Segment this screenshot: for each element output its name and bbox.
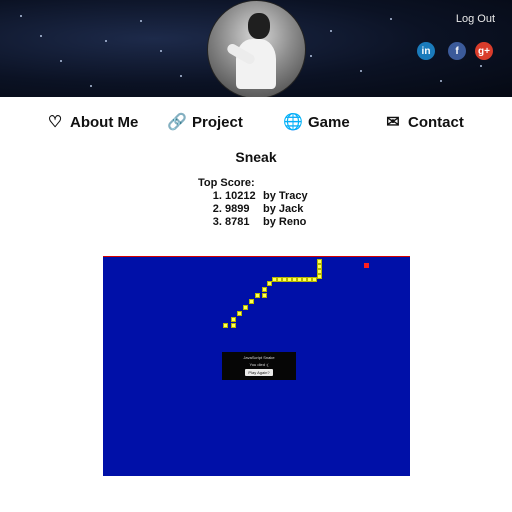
food-pellet: [364, 263, 369, 268]
facebook-icon[interactable]: f: [448, 42, 466, 60]
logout-link[interactable]: Log Out: [456, 13, 495, 25]
nav-game[interactable]: 🌐 Game: [283, 113, 350, 132]
score-list-item: 8781 by Reno: [225, 216, 308, 229]
score-player: by Reno: [263, 216, 307, 228]
snake-segment: [312, 277, 317, 282]
google-plus-icon[interactable]: g+: [475, 42, 493, 60]
game-over-message: You died :(: [249, 362, 269, 367]
snake-segment: [255, 293, 260, 298]
game-over-title: JavaScript Snake: [243, 355, 275, 360]
main-navigation: ♡ About Me 🔗 Project 🌐 Game ✉ Contact: [0, 106, 512, 140]
score-list-item: 10212 by Tracy: [225, 190, 308, 203]
mail-icon: ✉: [386, 114, 400, 131]
snake-segment: [267, 281, 272, 286]
snake-segment: [223, 323, 228, 328]
play-again-button[interactable]: Play Again?: [245, 369, 273, 376]
nav-project-label: Project: [192, 113, 243, 131]
snake-segment: [243, 305, 248, 310]
snake-segment: [231, 323, 236, 328]
snake-segment: [317, 274, 322, 279]
link-icon: 🔗: [167, 114, 187, 131]
snake-game-board[interactable]: JavaScript Snake You died :( Play Again?: [103, 256, 410, 476]
score-value: 9899: [225, 203, 250, 215]
snake-segment: [262, 287, 267, 292]
nav-game-label: Game: [308, 113, 350, 131]
avatar-head-shape: [248, 13, 270, 39]
game-over-dialog: JavaScript Snake You died :( Play Again?: [222, 352, 296, 380]
nav-about-me-label: About Me: [70, 113, 139, 131]
score-value: 10212: [225, 190, 256, 202]
avatar-body-shape: [236, 39, 276, 89]
linkedin-icon[interactable]: in: [417, 42, 435, 60]
nav-contact[interactable]: ✉ Contact: [384, 113, 464, 132]
snake-segment: [237, 311, 242, 316]
snake-segment: [262, 293, 267, 298]
score-list-item: 9899 by Jack: [225, 203, 308, 216]
score-value: 8781: [225, 216, 250, 228]
globe-icon: 🌐: [283, 114, 303, 131]
nav-about-me[interactable]: ♡ About Me: [46, 113, 139, 132]
top-score-panel: Top Score: 10212 by Tracy 9899 by Jack 878…: [198, 177, 308, 229]
snake-segment: [231, 317, 236, 322]
nav-project[interactable]: 🔗 Project: [167, 113, 243, 132]
profile-avatar: [207, 0, 306, 97]
heart-icon: ♡: [47, 114, 63, 131]
score-player: by Jack: [263, 203, 304, 215]
page-title: Sneak: [235, 149, 277, 165]
score-player: by Tracy: [263, 190, 308, 202]
snake-segment: [249, 299, 254, 304]
nav-contact-label: Contact: [408, 113, 464, 131]
top-score-label: Top Score:: [198, 177, 255, 189]
site-header: Log Out in f g+: [0, 0, 512, 97]
score-list: 10212 by Tracy 9899 by Jack 8781 by Reno: [198, 190, 308, 229]
